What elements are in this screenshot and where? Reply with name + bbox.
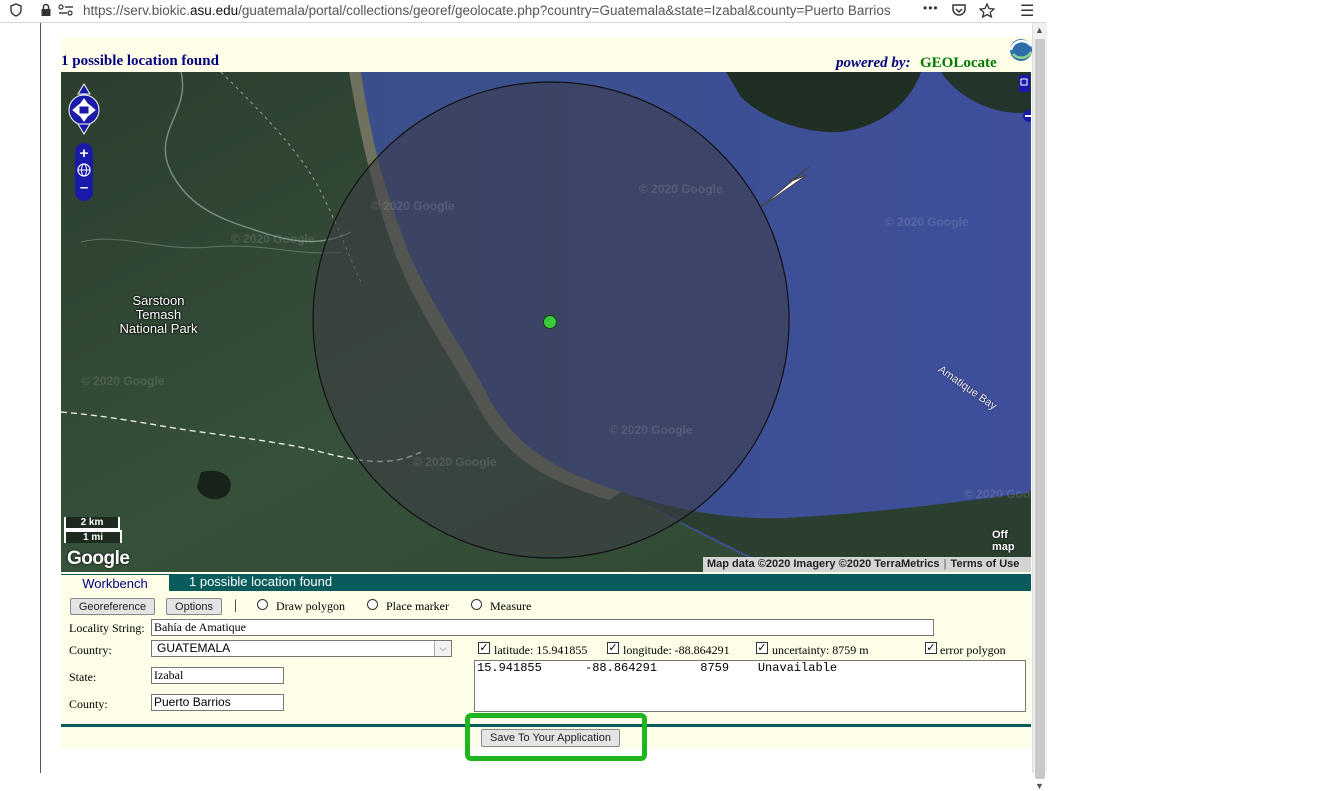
svg-text:–: –	[80, 179, 88, 196]
locality-input[interactable]: Bahía de Amatique	[151, 619, 934, 636]
layer-switcher-icon[interactable]	[1018, 74, 1031, 124]
map-watermark: © 2020 Google	[609, 423, 693, 437]
scale-km: 2 km	[64, 517, 120, 530]
options-button[interactable]: Options	[166, 598, 222, 615]
map-watermark: © 2020 Google	[639, 182, 723, 196]
tab-workbench[interactable]: Workbench	[61, 575, 169, 592]
place-marker-label: Place marker	[386, 599, 449, 613]
map-watermark: © 2020 Google	[371, 199, 455, 213]
geolocate-logo-icon	[1003, 36, 1033, 66]
state-label: State:	[69, 670, 97, 684]
shield-icon[interactable]	[10, 3, 22, 20]
chevron-down-icon[interactable]: ⌵	[434, 641, 451, 656]
results-output-textarea[interactable]: 15.941855 -88.864291 8759 Unavailable	[474, 660, 1026, 712]
scale-mi: 1 mi	[64, 530, 122, 543]
toolbar-separator: |	[234, 598, 237, 613]
browser-url-bar: https://serv.biokic.asu.edu/guatemala/po…	[0, 0, 1046, 23]
lock-icon[interactable]	[40, 3, 52, 20]
attribution-text: Map data ©2020 Imagery ©2020 TerraMetric…	[707, 558, 940, 570]
county-input[interactable]: Puerto Barrios	[151, 694, 284, 711]
latitude-checkbox[interactable]: ✓	[478, 642, 490, 654]
longitude-checkbox[interactable]: ✓	[607, 642, 619, 654]
satellite-map[interactable]: © 2020 Google © 2020 Google © 2020 Googl…	[61, 72, 1031, 572]
park-label: Sarstoon Temash National Park	[111, 294, 206, 336]
tab-status-text: 1 possible location found	[189, 574, 333, 589]
star-icon[interactable]	[978, 2, 996, 21]
draw-polygon-label: Draw polygon	[276, 599, 345, 613]
scroll-down-icon[interactable]: ▼	[1035, 781, 1044, 791]
page-border	[40, 23, 41, 773]
empty-right-pane	[1046, 0, 1320, 773]
map-attribution: Map data ©2020 Imagery ©2020 TerraMetric…	[703, 557, 1031, 572]
state-input[interactable]: Izabal	[151, 667, 284, 684]
draw-polygon-radio[interactable]	[257, 599, 268, 610]
uncertainty-checkbox[interactable]: ✓	[756, 642, 768, 654]
latitude-label: latitude: 15.941855	[494, 643, 588, 657]
error-polygon-label: error polygon	[940, 643, 1006, 657]
map-scale-bar: 2 km 1 mi	[64, 517, 122, 543]
measure-radio[interactable]	[471, 599, 482, 610]
url-path: /guatemala/portal/collections/georef/geo…	[238, 3, 891, 18]
off-map-label: Off map	[992, 529, 1015, 553]
park-label-line: Sarstoon	[132, 293, 185, 308]
map-watermark: © 2020 Google	[885, 215, 969, 229]
park-label-line: Temash	[135, 307, 182, 322]
url-prefix: https://serv.biokic.	[83, 3, 191, 18]
map-watermark: © 2020 Google	[413, 455, 497, 469]
measure-label: Measure	[490, 599, 532, 613]
map-watermark: © 2020 Google	[964, 487, 1031, 501]
map-navigation-control: + –	[65, 80, 105, 210]
scroll-up-icon[interactable]: ▲	[1035, 25, 1044, 35]
vertical-scrollbar[interactable]: ▲ ▼	[1032, 23, 1047, 791]
country-select-value: GUATEMALA	[157, 641, 231, 655]
error-polygon-checkbox[interactable]: ✓	[925, 642, 937, 654]
pocket-icon[interactable]	[951, 3, 967, 20]
uncertainty-label: uncertainty: 8759 m	[772, 643, 869, 657]
country-label: Country:	[69, 643, 112, 657]
longitude-label: longitude: -88.864291	[623, 643, 730, 657]
park-label-line: National Park	[119, 321, 198, 336]
geolocate-brand: GEOLocate	[920, 55, 997, 71]
georeference-button[interactable]: Georeference	[70, 598, 155, 615]
locality-label: Locality String:	[69, 621, 145, 635]
results-count-heading: 1 possible location found	[61, 53, 219, 69]
country-select[interactable]: GUATEMALA ⌵	[151, 640, 452, 657]
scrollbar-thumb[interactable]	[1035, 39, 1045, 779]
terms-of-use-link[interactable]: Terms of Use	[947, 558, 1024, 570]
more-icon[interactable]: •••	[923, 1, 939, 15]
powered-by-label: powered by:	[836, 55, 911, 71]
map-watermark: © 2020 Google	[81, 374, 165, 388]
zoom-control: + –	[75, 143, 93, 201]
location-marker[interactable]	[543, 315, 557, 329]
menu-icon[interactable]: ☰	[1020, 1, 1034, 21]
place-marker-radio[interactable]	[367, 599, 378, 610]
permissions-icon[interactable]	[58, 3, 74, 20]
url-domain: asu.edu	[190, 3, 239, 18]
map-watermark: © 2020 Google	[231, 232, 315, 246]
pan-control	[68, 83, 100, 135]
google-logo: Google	[67, 548, 130, 569]
save-to-application-button[interactable]: Save To Your Application	[481, 729, 620, 747]
url-text[interactable]: https://serv.biokic.asu.edu/guatemala/po…	[83, 3, 918, 18]
svg-text:+: +	[80, 145, 89, 162]
county-label: County:	[69, 697, 108, 711]
